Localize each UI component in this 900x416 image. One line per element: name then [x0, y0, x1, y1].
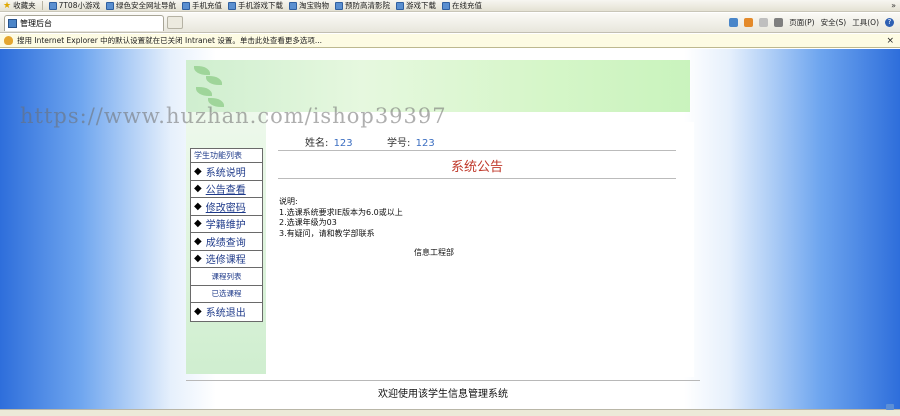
student-function-menu: 学生功能列表 ◆ 系统说明 ◆ 公告查看 ◆ 修改密码 ◆ 学籍维护 ◆ 成绩查询 ◆ 选修…: [190, 148, 263, 322]
print-icon[interactable]: [774, 18, 784, 27]
favorite-link[interactable]: 在线充值: [439, 0, 485, 11]
diamond-bullet-icon: ◆: [194, 165, 202, 177]
status-bar: [0, 409, 900, 416]
page-icon: [441, 1, 450, 10]
diamond-bullet-icon: ◆: [194, 183, 202, 195]
tab-title: 管理后台: [20, 18, 52, 28]
diamond-bullet-icon: ◆: [194, 200, 202, 212]
help-icon[interactable]: ?: [885, 18, 894, 27]
diamond-bullet-icon: ◆: [194, 218, 202, 230]
favorite-link-label: 手机游戏下载: [237, 1, 283, 10]
favorite-link-label: 7T08小游戏: [58, 1, 100, 10]
notice-body: 说明: 1.选课系统要求IE版本为6.0或以上 2.选课年级为03 3.有疑问，…: [279, 197, 403, 239]
student-id-value: 123: [415, 138, 435, 149]
page-menu[interactable]: 页面(P): [789, 17, 814, 28]
information-bar[interactable]: 搜用 Internet Explorer 中的默认设置就在已关闭 Intrane…: [0, 34, 900, 48]
tools-menu[interactable]: 工具(O): [852, 17, 879, 28]
favorites-label: 收藏夹: [13, 1, 36, 10]
favorite-link[interactable]: 7T08小游戏: [46, 0, 103, 11]
browser-tab[interactable]: 管理后台: [4, 14, 164, 31]
menu-item-elective-course[interactable]: ◆ 选修课程: [191, 251, 262, 268]
notice-heading: 说明:: [279, 197, 298, 206]
favorite-link-label: 淘宝购物: [298, 1, 329, 10]
page-icon: [227, 1, 236, 10]
page-icon: [48, 1, 57, 10]
favorite-link-label: 手机充值: [191, 1, 222, 10]
menu-item-label: 系统退出: [205, 308, 246, 320]
notice-line: 1.选课系统要求IE版本为6.0或以上: [279, 207, 403, 217]
favorites-separator: [41, 1, 43, 10]
menu-item-label: 公告查看: [205, 185, 246, 197]
footer-text: 欢迎使用该学生信息管理系统: [378, 389, 508, 400]
menu-item-status-maintenance[interactable]: ◆ 学籍维护: [191, 216, 262, 233]
favorite-link-label: 绿色安全网址导航: [115, 1, 176, 10]
student-id-label: 学号:: [387, 138, 411, 149]
information-bar-text: 搜用 Internet Explorer 中的默认设置就在已关闭 Intrane…: [17, 36, 322, 45]
tab-bar: 管理后台 页面(P) 安全(S) 工具(O) ?: [0, 13, 900, 33]
menu-item-change-password[interactable]: ◆ 修改密码: [191, 198, 262, 216]
page-icon: [8, 18, 17, 28]
watermark-text: https://www.huzhan.com/ishop39397: [20, 104, 447, 128]
page-icon: [288, 1, 297, 10]
notice-signature: 信息工程部: [414, 248, 454, 257]
menu-item-label: 修改密码: [205, 202, 246, 214]
page-icon: [181, 1, 190, 10]
leaf-decoration: [196, 87, 212, 96]
more-favorites-chevron-icon[interactable]: »: [891, 1, 900, 10]
menu-item-label: 系统说明: [205, 167, 246, 179]
new-tab-button[interactable]: [167, 16, 183, 29]
diamond-bullet-icon: ◆: [194, 306, 202, 318]
favorites-bar: ★ 收藏夹 7T08小游戏 绿色安全网址导航 手机充值 手机游戏下载 淘宝购物 …: [0, 0, 900, 12]
divider: [278, 178, 676, 179]
notice-line: 3.有疑问，请和教学部联系: [279, 228, 375, 238]
close-icon[interactable]: ×: [886, 36, 900, 46]
favorite-link[interactable]: 手机充值: [179, 0, 225, 11]
menu-item-label: 学籍维护: [205, 220, 246, 232]
favorite-link[interactable]: 预防高清影院: [332, 0, 393, 11]
menu-item-label: 选修课程: [205, 255, 246, 267]
diamond-bullet-icon: ◆: [194, 253, 202, 265]
read-mail-icon[interactable]: [759, 18, 769, 27]
favorite-link[interactable]: 淘宝购物: [286, 0, 332, 11]
submenu-selected-courses[interactable]: 已选课程: [191, 286, 262, 303]
page-viewport: 学生功能列表 ◆ 系统说明 ◆ 公告查看 ◆ 修改密码 ◆ 学籍维护 ◆ 成绩查询 ◆ 选修…: [0, 49, 900, 416]
name-label: 姓名:: [305, 138, 329, 149]
safety-menu[interactable]: 安全(S): [821, 17, 847, 28]
resize-grip-icon[interactable]: [886, 404, 894, 410]
menu-item-label: 成绩查询: [205, 237, 246, 249]
menu-item-system-info[interactable]: ◆ 系统说明: [191, 163, 262, 181]
feeds-icon[interactable]: [744, 18, 754, 27]
menu-item-logout[interactable]: ◆ 系统退出: [191, 303, 262, 321]
favorite-link[interactable]: 手机游戏下载: [225, 0, 286, 11]
command-bar: 页面(P) 安全(S) 工具(O) ?: [729, 17, 900, 28]
page-icon: [105, 1, 114, 10]
favorites-star-icon: ★: [3, 0, 12, 11]
page-icon: [334, 1, 343, 10]
home-icon[interactable]: [729, 18, 739, 27]
menu-item-grade-query[interactable]: ◆ 成绩查询: [191, 233, 262, 251]
submenu-course-list[interactable]: 课程列表: [191, 268, 262, 286]
page-title: 系统公告: [450, 160, 503, 175]
notice-line: 2.选课年级为03: [279, 218, 337, 227]
favorites-button[interactable]: ★ 收藏夹: [0, 0, 39, 11]
footer-divider: [186, 380, 700, 381]
menu-item-notice-view[interactable]: ◆ 公告查看: [191, 181, 262, 198]
name-value: 123: [333, 138, 353, 149]
leaf-decoration: [206, 76, 222, 85]
leaf-decoration: [194, 66, 210, 75]
page-icon: [395, 1, 404, 10]
menu-header: 学生功能列表: [191, 149, 262, 163]
diamond-bullet-icon: ◆: [194, 235, 202, 247]
user-info: 姓名: 123 学号: 123: [305, 134, 435, 149]
favorite-link-label: 预防高清影院: [344, 1, 390, 10]
favorite-link[interactable]: 绿色安全网址导航: [103, 0, 179, 11]
favorite-link-label: 在线充值: [451, 1, 482, 10]
favorite-link-label: 游戏下载: [405, 1, 436, 10]
divider: [278, 150, 676, 151]
shield-icon: [4, 36, 13, 45]
favorite-link[interactable]: 游戏下载: [393, 0, 439, 11]
